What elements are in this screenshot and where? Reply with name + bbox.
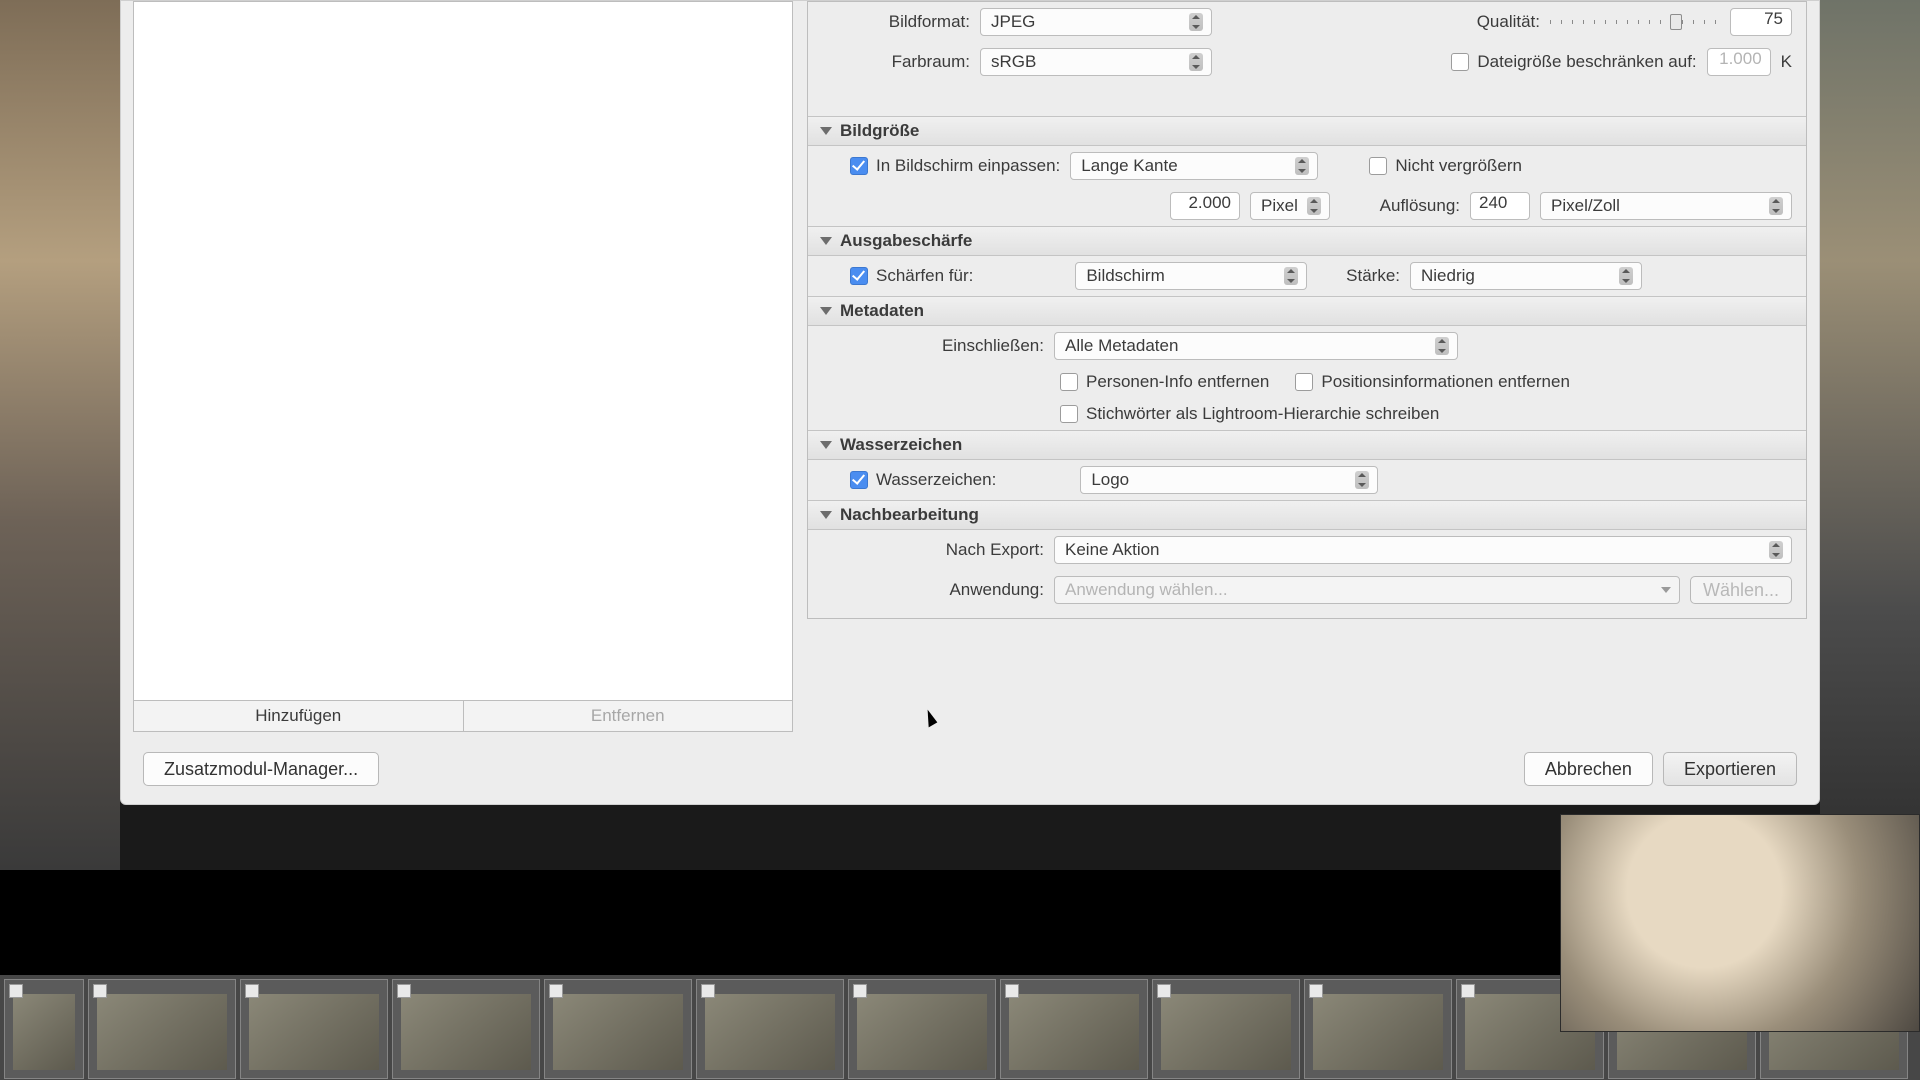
fit-checkbox[interactable]: In Bildschirm einpassen: xyxy=(850,156,1060,176)
include-label: Einschließen: xyxy=(822,336,1044,356)
export-button[interactable]: Exportieren xyxy=(1663,752,1797,786)
include-select[interactable]: Alle Metadaten xyxy=(1054,332,1458,360)
format-select[interactable]: JPEG xyxy=(980,8,1212,36)
after-export-label: Nach Export: xyxy=(822,540,1044,560)
plugin-manager-button[interactable]: Zusatzmodul-Manager... xyxy=(143,752,379,786)
section-watermark[interactable]: Wasserzeichen xyxy=(808,430,1806,460)
chevron-updown-icon xyxy=(1189,13,1203,31)
remove-location-checkbox[interactable]: Positionsinformationen entfernen xyxy=(1295,372,1570,392)
quality-input[interactable]: 75 xyxy=(1730,8,1792,36)
thumbnail[interactable] xyxy=(4,979,84,1079)
thumbnail[interactable] xyxy=(544,979,692,1079)
application-select: Anwendung wählen... xyxy=(1054,576,1680,604)
section-metadata[interactable]: Metadaten xyxy=(808,296,1806,326)
colorspace-label: Farbraum: xyxy=(822,52,970,72)
flag-icon xyxy=(1461,984,1475,998)
thumbnail[interactable] xyxy=(848,979,996,1079)
flag-icon xyxy=(397,984,411,998)
thumbnail[interactable] xyxy=(392,979,540,1079)
after-export-select[interactable]: Keine Aktion xyxy=(1054,536,1792,564)
add-preset-button[interactable]: Hinzufügen xyxy=(134,701,463,731)
limit-unit: K xyxy=(1781,52,1792,72)
flag-icon xyxy=(93,984,107,998)
limit-filesize-input[interactable]: 1.000 xyxy=(1707,48,1771,76)
choose-app-button: Wählen... xyxy=(1690,576,1792,604)
dimension-input[interactable]: 2.000 xyxy=(1170,192,1240,220)
keyword-hierarchy-checkbox[interactable]: Stichwörter als Lightroom-Hierarchie sch… xyxy=(1060,404,1439,424)
thumbnail[interactable] xyxy=(1000,979,1148,1079)
disclosure-triangle-icon xyxy=(820,511,832,519)
quality-slider[interactable] xyxy=(1550,12,1720,32)
sharpen-amount-select[interactable]: Niedrig xyxy=(1410,262,1642,290)
disclosure-triangle-icon xyxy=(820,441,832,449)
section-post-processing[interactable]: Nachbearbeitung xyxy=(808,500,1806,530)
thumbnail[interactable] xyxy=(88,979,236,1079)
resolution-label: Auflösung: xyxy=(1380,196,1460,216)
chevron-down-icon xyxy=(1661,587,1671,593)
chevron-updown-icon xyxy=(1355,471,1369,489)
flag-icon xyxy=(1157,984,1171,998)
chevron-updown-icon xyxy=(1295,157,1309,175)
thumbnail[interactable] xyxy=(240,979,388,1079)
fit-select[interactable]: Lange Kante xyxy=(1070,152,1318,180)
format-label: Bildformat: xyxy=(822,12,970,32)
sharpen-for-select[interactable]: Bildschirm xyxy=(1075,262,1307,290)
thumbnail[interactable] xyxy=(1152,979,1300,1079)
chevron-updown-icon xyxy=(1619,267,1633,285)
flag-icon xyxy=(1309,984,1323,998)
dimension-unit-select[interactable]: Pixel xyxy=(1250,192,1330,220)
chevron-updown-icon xyxy=(1769,197,1783,215)
thumbnail[interactable] xyxy=(1304,979,1452,1079)
cancel-button[interactable]: Abbrechen xyxy=(1524,752,1653,786)
application-label: Anwendung: xyxy=(822,580,1044,600)
webcam-overlay xyxy=(1560,814,1920,1032)
section-image-sizing[interactable]: Bildgröße xyxy=(808,116,1806,146)
watermark-checkbox[interactable]: Wasserzeichen: xyxy=(850,470,996,490)
disclosure-triangle-icon xyxy=(820,237,832,245)
flag-icon xyxy=(701,984,715,998)
sharpen-amount-label: Stärke: xyxy=(1346,266,1400,286)
disclosure-triangle-icon xyxy=(820,307,832,315)
flag-icon xyxy=(245,984,259,998)
quality-label: Qualität: xyxy=(1477,12,1540,32)
chevron-updown-icon xyxy=(1769,541,1783,559)
disclosure-triangle-icon xyxy=(820,127,832,135)
thumbnail[interactable] xyxy=(696,979,844,1079)
resolution-input[interactable]: 240 xyxy=(1470,192,1530,220)
colorspace-select[interactable]: sRGB xyxy=(980,48,1212,76)
flag-icon xyxy=(549,984,563,998)
sharpen-checkbox[interactable]: Schärfen für: xyxy=(850,266,973,286)
chevron-updown-icon xyxy=(1284,267,1298,285)
section-output-sharpening[interactable]: Ausgabeschärfe xyxy=(808,226,1806,256)
chevron-updown-icon xyxy=(1435,337,1449,355)
chevron-updown-icon xyxy=(1307,197,1321,215)
flag-icon xyxy=(853,984,867,998)
limit-filesize-checkbox[interactable]: Dateigröße beschränken auf: xyxy=(1451,52,1696,72)
no-enlarge-checkbox[interactable]: Nicht vergrößern xyxy=(1369,156,1522,176)
preset-list[interactable] xyxy=(133,1,793,701)
remove-person-checkbox[interactable]: Personen-Info entfernen xyxy=(1060,372,1269,392)
export-dialog: Hinzufügen Entfernen Bildformat: JPEG Qu… xyxy=(120,0,1820,805)
flag-icon xyxy=(9,984,23,998)
watermark-select[interactable]: Logo xyxy=(1080,466,1378,494)
chevron-updown-icon xyxy=(1189,53,1203,71)
resolution-unit-select[interactable]: Pixel/Zoll xyxy=(1540,192,1792,220)
flag-icon xyxy=(1005,984,1019,998)
remove-preset-button: Entfernen xyxy=(463,701,793,731)
